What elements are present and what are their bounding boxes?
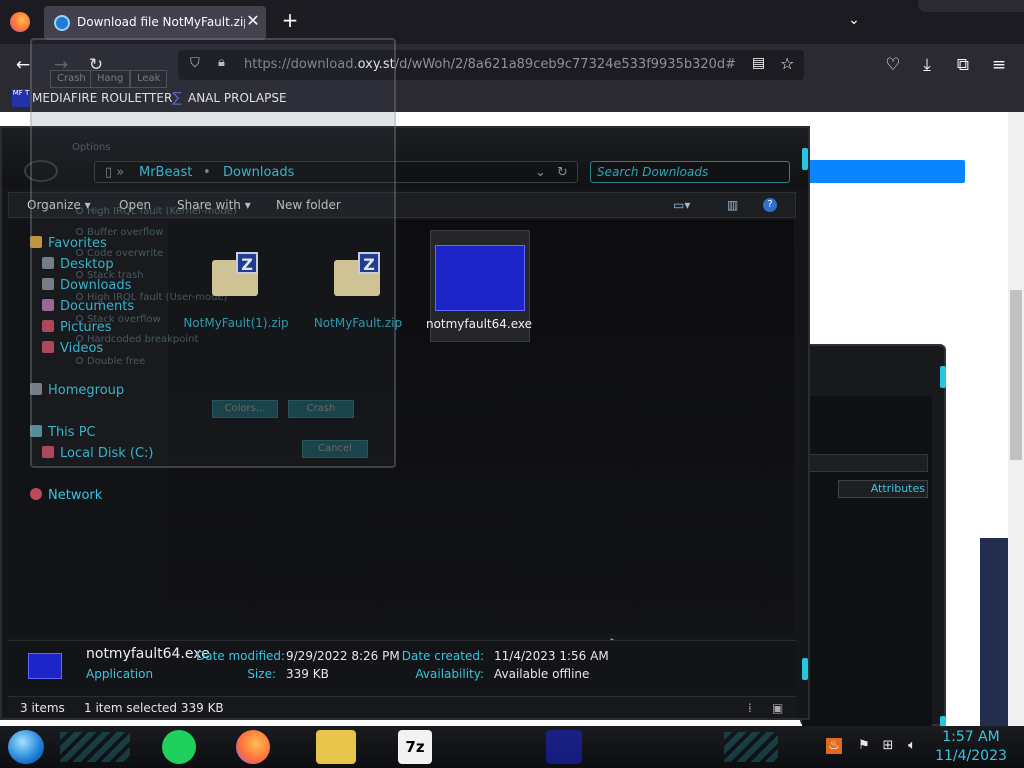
- exe-thumbnail-icon: [28, 653, 62, 679]
- nav-network[interactable]: Network: [30, 486, 190, 506]
- refresh-icon[interactable]: ↻: [557, 165, 568, 180]
- cyan-accent: [802, 148, 808, 170]
- scrollbar-thumb[interactable]: [1010, 290, 1022, 460]
- option-radio[interactable]: Hardcoded breakpoint: [76, 334, 198, 345]
- taskbar-clock[interactable]: 1:57 AM 11/4/2023: [930, 728, 1012, 766]
- background-combo[interactable]: [802, 454, 928, 472]
- chevron-down-icon[interactable]: ⌄: [845, 12, 863, 30]
- tiles-view-icon[interactable]: ▣: [772, 701, 783, 715]
- downloads-icon[interactable]: ⤓: [914, 52, 940, 78]
- status-bar: 3 items 1 item selected 339 KB ⁞ ▣: [8, 696, 796, 718]
- availability-label: Availability:: [415, 667, 484, 681]
- selection-info: 1 item selected 339 KB: [84, 701, 224, 715]
- tab-title: Download file NotMyFault.zip o: [77, 15, 245, 29]
- size-value: 339 KB: [286, 667, 329, 681]
- cyan-accent: [802, 658, 808, 680]
- date-created-label: Date created:: [401, 649, 484, 663]
- notmyfault-taskbar-icon[interactable]: [546, 730, 582, 764]
- file-item-exe-selected[interactable]: notmyfault64.exe: [426, 230, 532, 342]
- page-footer-block: [980, 538, 1008, 726]
- app-tray-icon[interactable]: ♨: [826, 738, 842, 754]
- file-explorer-taskbar-icon[interactable]: [316, 730, 356, 764]
- bookmark-star-icon[interactable]: ☆: [780, 54, 794, 73]
- spotify-icon[interactable]: [162, 730, 196, 764]
- reader-view-icon[interactable]: ▤: [752, 55, 765, 71]
- tab-hang[interactable]: Hang: [90, 70, 131, 88]
- background-window[interactable]: Attributes: [800, 344, 946, 738]
- option-radio[interactable]: Code overwrite: [76, 248, 163, 259]
- tab-crash[interactable]: Crash: [50, 70, 93, 88]
- background-window-body: [802, 396, 932, 726]
- details-view-icon[interactable]: ⁞: [748, 701, 752, 715]
- window-controls[interactable]: [918, 0, 1024, 12]
- attributes-column-header[interactable]: Attributes: [838, 480, 928, 498]
- extensions-icon[interactable]: ⧉: [950, 52, 976, 78]
- menu-icon[interactable]: ≡: [986, 52, 1012, 78]
- file-name: notmyfault64.exe: [425, 317, 533, 331]
- option-radio[interactable]: High IRQL fault (User-mode): [76, 292, 227, 303]
- network-icon: [30, 488, 42, 500]
- bsod-thumbnail-icon: [435, 245, 525, 311]
- bookmark-favicon-icon: MF T: [12, 89, 30, 107]
- option-radio[interactable]: Buffer overflow: [76, 227, 163, 238]
- options-group-label: Options: [72, 142, 111, 153]
- tab-leak[interactable]: Leak: [130, 70, 168, 88]
- taskbar-decoration: [60, 732, 130, 762]
- details-pane: notmyfault64.exe Application Date modifi…: [8, 640, 796, 688]
- start-button[interactable]: [8, 730, 44, 764]
- download-button[interactable]: [800, 160, 965, 183]
- availability-value: Available offline: [494, 667, 590, 681]
- option-radio[interactable]: Stack overflow: [76, 314, 161, 325]
- cyan-accent: [940, 366, 946, 388]
- flag-icon[interactable]: ⚑: [856, 738, 872, 754]
- search-input[interactable]: Search Downloads: [590, 161, 790, 183]
- option-radio[interactable]: Double free: [76, 356, 145, 367]
- taskbar-decoration: [724, 732, 778, 762]
- clock-time: 1:57 AM: [942, 729, 1000, 745]
- option-radio[interactable]: High IRQL fault (Kernel-mode): [76, 206, 237, 217]
- clock-date: 11/4/2023: [935, 748, 1007, 764]
- new-tab-button[interactable]: +: [280, 10, 300, 30]
- tab-favicon-icon: [54, 15, 70, 31]
- preview-pane-icon[interactable]: ▥: [727, 198, 738, 212]
- details-file-name: notmyfault64.exe: [86, 646, 210, 662]
- network-tray-icon[interactable]: ⊞: [880, 738, 896, 754]
- view-icon[interactable]: ▭▾: [673, 198, 690, 212]
- 7zip-taskbar-icon[interactable]: 7z: [398, 730, 432, 764]
- size-label: Size:: [247, 667, 276, 681]
- browser-tab[interactable]: Download file NotMyFault.zip o ✕: [44, 6, 266, 40]
- dropdown-icon[interactable]: ⌄: [535, 165, 546, 180]
- item-count: 3 items: [20, 701, 65, 715]
- details-file-type: Application: [86, 667, 154, 681]
- cancel-button[interactable]: Cancel: [302, 440, 368, 458]
- option-radio[interactable]: Stack trash: [76, 270, 144, 281]
- firefox-logo-icon[interactable]: [10, 12, 30, 32]
- help-icon[interactable]: ?: [763, 198, 777, 212]
- notmyfault-dialog-ghost: Crash Hang Leak Options High IRQL fault …: [30, 38, 396, 468]
- colors-button[interactable]: Colors...: [212, 400, 278, 418]
- pocket-icon[interactable]: ♡: [880, 52, 906, 78]
- date-modified-label: Date modified:: [196, 649, 286, 663]
- date-modified-value: 9/29/2022 8:26 PM: [286, 649, 400, 663]
- volume-icon[interactable]: 🔈︎: [904, 738, 920, 754]
- date-created-value: 11/4/2023 1:56 AM: [494, 649, 609, 663]
- firefox-taskbar-icon[interactable]: [236, 730, 270, 764]
- crash-button[interactable]: Crash: [288, 400, 354, 418]
- taskbar: 7z ♨ ⚑ ⊞ 🔈︎ 1:57 AM 11/4/2023: [0, 726, 1024, 768]
- close-tab-icon[interactable]: ✕: [244, 12, 262, 30]
